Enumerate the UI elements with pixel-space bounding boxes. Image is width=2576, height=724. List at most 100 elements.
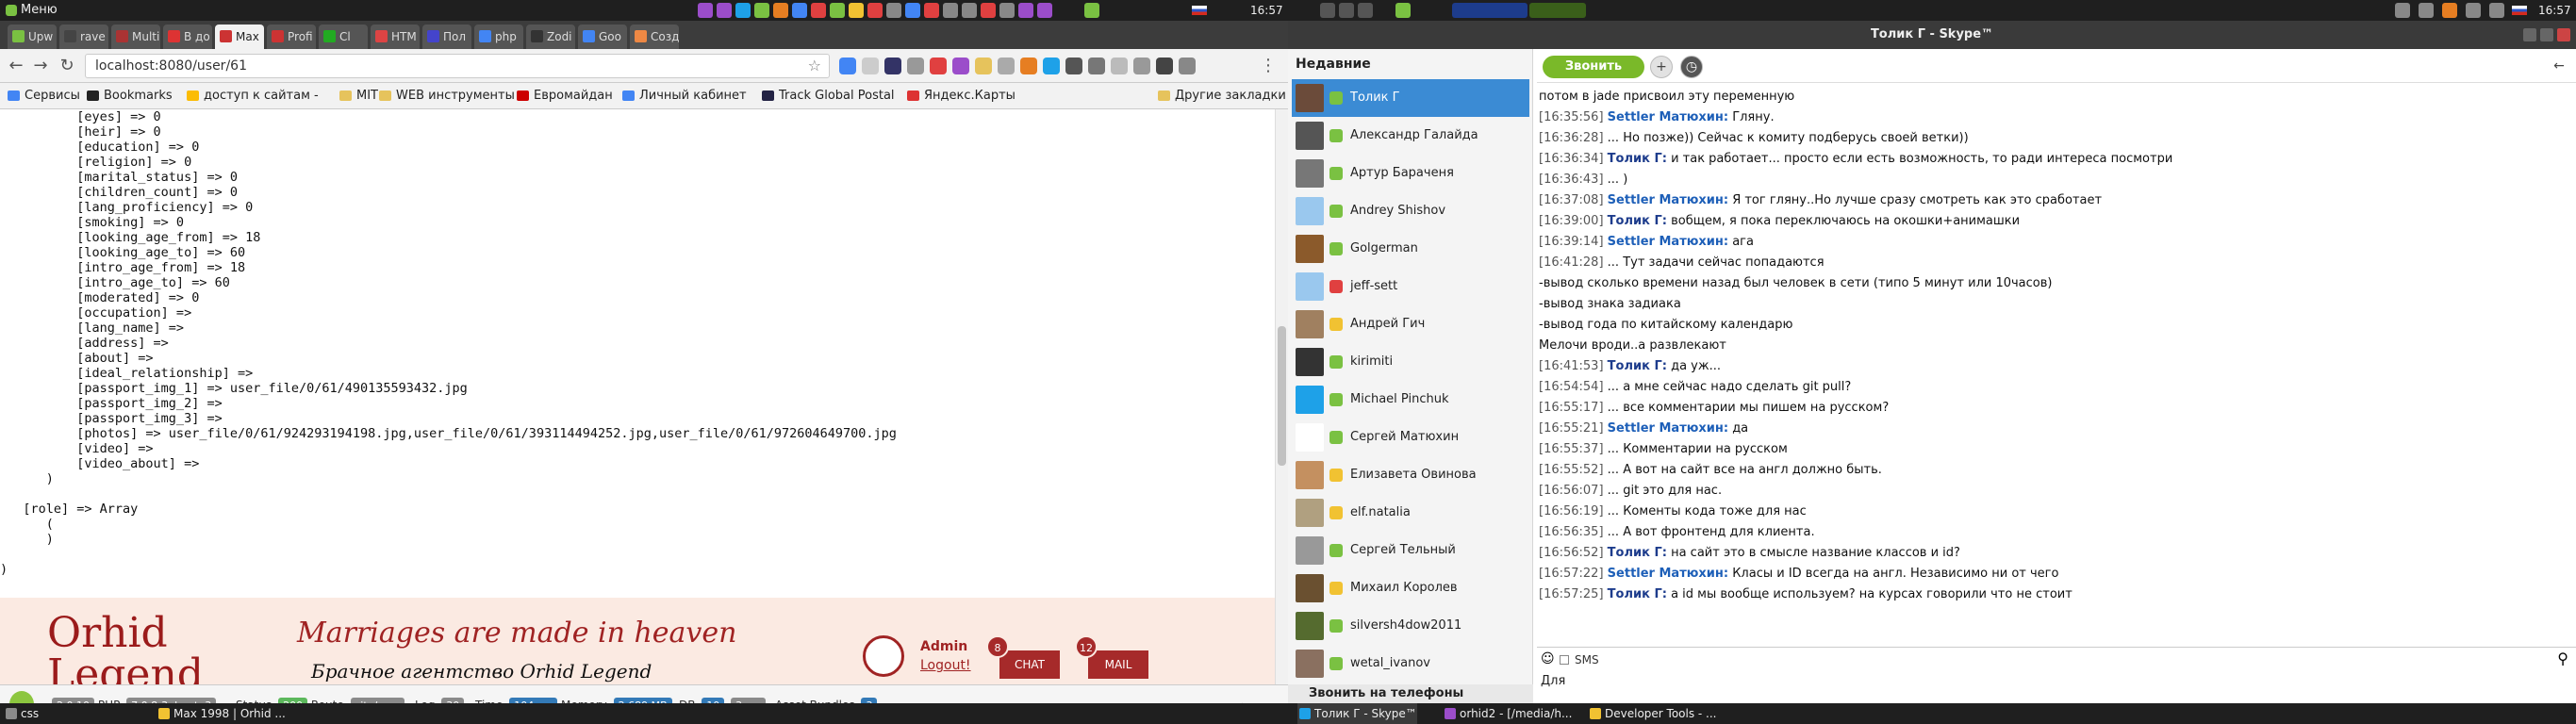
tray-icon-8[interactable] [830, 3, 845, 18]
bookmark-item[interactable]: Другие закладки [1158, 83, 1286, 109]
bookmark-item[interactable]: WEB инструменты [379, 83, 515, 109]
extension-icon-13[interactable] [1111, 58, 1128, 74]
extension-icon-16[interactable] [1179, 58, 1196, 74]
tray-icon-15[interactable] [962, 3, 977, 18]
forward-icon[interactable]: → [30, 56, 51, 76]
scrollbar-thumb[interactable] [1278, 326, 1286, 466]
contact-item[interactable]: Александр Галайда [1292, 117, 1529, 155]
tray-icon-7[interactable] [811, 3, 826, 18]
tab-7[interactable]: HTM [371, 25, 420, 49]
contact-item[interactable]: kirimiti [1292, 343, 1529, 381]
extension-icon-14[interactable] [1133, 58, 1150, 74]
page-scrollbar[interactable] [1275, 109, 1288, 684]
contact-item[interactable]: silversh4dow2011 [1292, 607, 1529, 645]
bookmark-item[interactable]: доступ к сайтам - [187, 83, 319, 109]
tab-0[interactable]: Upw [8, 25, 57, 49]
logout-link[interactable]: Logout! [920, 658, 971, 673]
extension-icon-6[interactable] [952, 58, 969, 74]
tab-3[interactable]: В до [163, 25, 212, 49]
tab-11[interactable]: Goo [578, 25, 627, 49]
contact-item[interactable]: jeff-sett [1292, 268, 1529, 305]
call-phones-button[interactable]: Звонить на телефоны [1288, 684, 1533, 703]
tab-5[interactable]: Profi [267, 25, 316, 49]
bookmark-item[interactable]: Личный кабинет [622, 83, 747, 109]
tray-icon-14[interactable] [943, 3, 958, 18]
chrome-menu-icon[interactable]: ⋮ [1258, 56, 1279, 76]
contact-item[interactable]: Сергей Матюхин [1292, 419, 1529, 456]
extension-icon-8[interactable] [998, 58, 1015, 74]
contact-item[interactable]: wetal_ivanov [1292, 645, 1529, 683]
tab-8[interactable]: Пол [422, 25, 471, 49]
taskbar-item[interactable]: orhid2 - [/media/h... [1443, 703, 1572, 724]
tray-icon-6[interactable] [792, 3, 807, 18]
tray-icon-20[interactable] [1084, 3, 1099, 18]
contact-item[interactable]: Андрей Гич [1292, 305, 1529, 343]
tray-icon-16[interactable] [981, 3, 996, 18]
tray-icon-9[interactable] [849, 3, 864, 18]
contact-item[interactable]: Михаил Королев [1292, 569, 1529, 607]
extension-icon-4[interactable] [907, 58, 924, 74]
tray-icon-10[interactable] [867, 3, 883, 18]
contact-item[interactable]: Сергей Тельный [1292, 532, 1529, 569]
extension-icon-12[interactable] [1088, 58, 1105, 74]
tab-10[interactable]: Zodi [526, 25, 575, 49]
tab-6[interactable]: Cl [319, 25, 368, 49]
tray-icon-1[interactable] [698, 3, 713, 18]
extension-icon-15[interactable] [1156, 58, 1173, 74]
message-input[interactable]: Для [1541, 674, 1565, 688]
contact-item[interactable]: elf.natalia [1292, 494, 1529, 532]
back-icon[interactable]: ← [6, 56, 26, 76]
tray-icon-12[interactable] [905, 3, 920, 18]
extension-icon-11[interactable] [1065, 58, 1082, 74]
contact-item[interactable]: Артур Бараченя [1292, 155, 1529, 192]
contact-item[interactable]: Golgerman [1292, 230, 1529, 268]
taskbar-item[interactable]: Developer Tools - ... [1588, 703, 1717, 724]
history-icon[interactable]: ◷ [1680, 56, 1703, 78]
taskbar-item[interactable]: Толик Г - Skype™ [1297, 703, 1417, 724]
tray-icon-3[interactable] [735, 3, 751, 18]
tray-icon-22[interactable] [1339, 3, 1354, 18]
menu-button[interactable]: Меню [4, 0, 58, 21]
mail-button[interactable]: MAIL [1088, 650, 1148, 679]
extension-icon-7[interactable] [975, 58, 992, 74]
call-button[interactable]: Звонить [1543, 56, 1644, 78]
maximize-icon[interactable] [2540, 28, 2553, 41]
site-logo[interactable]: Orhid Legend [47, 613, 204, 685]
bookmark-item[interactable]: Евромайдан [517, 83, 613, 109]
tray-icon-19[interactable] [1037, 3, 1052, 18]
tray-icon-17[interactable] [999, 3, 1015, 18]
tray-icon-25[interactable] [2395, 3, 2410, 18]
tab-1[interactable]: rave [59, 25, 108, 49]
tray-icon-13[interactable] [924, 3, 939, 18]
minimize-icon[interactable] [2523, 28, 2536, 41]
keyboard-layout-icon-right[interactable] [2512, 6, 2527, 15]
contact-item[interactable]: Andrey Shishov [1292, 192, 1529, 230]
add-icon[interactable]: + [1650, 56, 1673, 78]
close-icon[interactable] [2557, 28, 2570, 41]
tray-icon-21[interactable] [1320, 3, 1335, 18]
bookmark-item[interactable]: Bookmarks [87, 83, 173, 109]
bookmark-item[interactable]: MIT [339, 83, 378, 109]
emoticon-icon[interactable]: ☺ [1541, 651, 1555, 666]
taskbar-item[interactable]: css [4, 703, 39, 724]
tab-4[interactable]: Max [215, 25, 264, 49]
tab-12[interactable]: Созд [630, 25, 679, 49]
keyboard-layout-icon[interactable] [1192, 6, 1207, 15]
extension-icon-5[interactable] [930, 58, 947, 74]
extension-icon-2[interactable] [862, 58, 879, 74]
extension-icon-10[interactable] [1043, 58, 1060, 74]
tray-icon-23[interactable] [1358, 3, 1373, 18]
back-arrow-icon[interactable]: ← [2548, 56, 2570, 78]
bookmark-item[interactable]: Сервисы [8, 83, 80, 109]
bookmark-item[interactable]: Track Global Postal [762, 83, 895, 109]
message-input-area[interactable]: ☺ SMS ⚲ Для [1537, 647, 2576, 703]
contact-item[interactable]: Елизавета Овинова [1292, 456, 1529, 494]
bookmark-item[interactable]: Яндекс.Карты [907, 83, 1016, 109]
tray-icon-4[interactable] [754, 3, 769, 18]
tray-icon-2[interactable] [717, 3, 732, 18]
tab-2[interactable]: Multi [111, 25, 160, 49]
chat-button[interactable]: CHAT [999, 650, 1060, 679]
extension-icon-3[interactable] [884, 58, 901, 74]
tray-icon-11[interactable] [886, 3, 901, 18]
tray-icon-5[interactable] [773, 3, 788, 18]
